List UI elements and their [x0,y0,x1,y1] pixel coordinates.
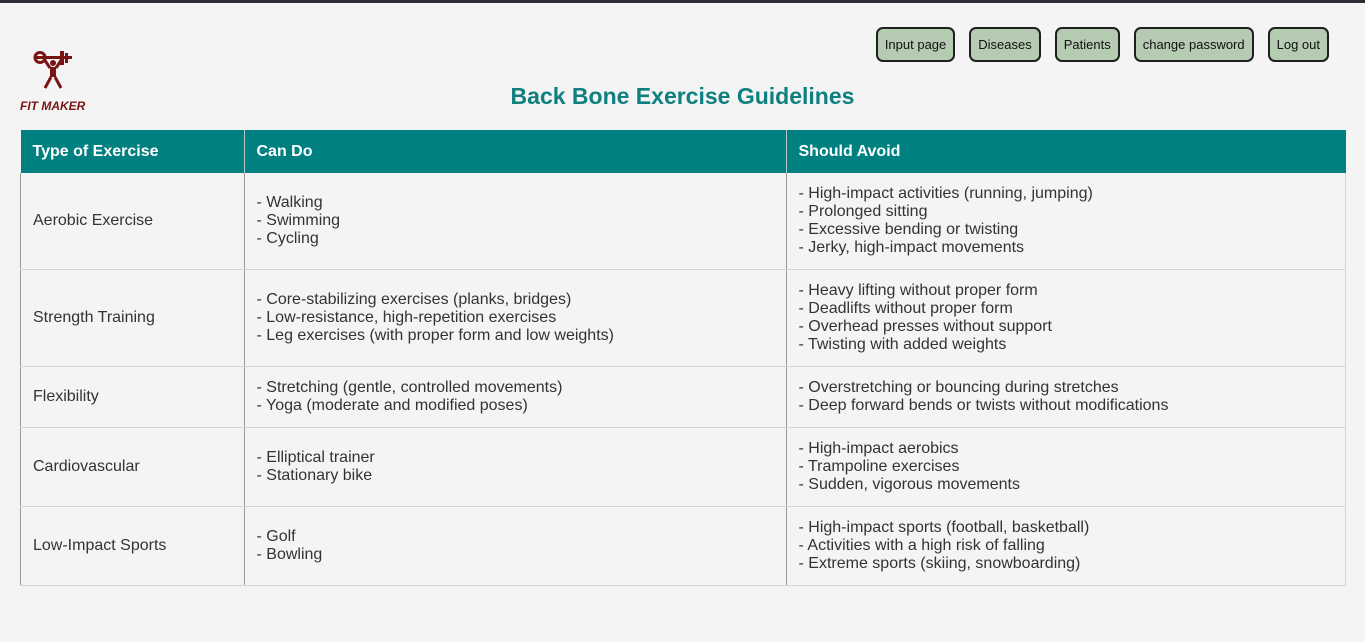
can-do-item: - Core-stabilizing exercises (planks, br… [256,291,572,308]
top-border-strip [0,0,1365,3]
table-row: Cardiovascular - Elliptical trainer - St… [20,427,1346,507]
exercise-guidelines-table: Type of Exercise Can Do Should Avoid Aer… [20,130,1346,586]
top-navigation: Input page Diseases Patients change pass… [875,27,1329,62]
exercise-type-cell: Cardiovascular [20,427,244,507]
avoid-item: - Sudden, vigorous movements [798,476,1020,493]
avoid-item: - Prolonged sitting [798,203,928,220]
can-do-item: - Cycling [256,230,319,247]
avoid-item: - High-impact activities (running, jumpi… [798,185,1093,202]
exercise-type-cell: Flexibility [20,366,244,428]
avoid-item: - Activities with a high risk of falling [798,537,1045,554]
can-do-item: - Stationary bike [256,467,373,484]
avoid-item: - Overstretching or bouncing during stre… [798,379,1119,396]
can-do-cell: - Walking - Swimming - Cycling [243,173,786,270]
avoid-item: - Deadlifts without proper form [798,300,1013,317]
avoid-item: - High-impact aerobics [798,440,959,457]
exercise-type-cell: Low-Impact Sports [20,506,244,586]
can-do-cell: - Elliptical trainer - Stationary bike [243,427,786,507]
avoid-item: - Extreme sports (skiing, snowboarding) [798,555,1081,572]
can-do-item: - Swimming [256,212,341,229]
can-do-item: - Golf [256,528,296,545]
diseases-button[interactable]: Diseases [969,27,1041,62]
can-do-item: - Stretching (gentle, controlled movemen… [256,379,563,396]
can-do-item: - Walking [256,194,323,211]
patients-button[interactable]: Patients [1054,27,1120,62]
can-do-item: - Yoga (moderate and modified poses) [256,397,528,414]
can-do-item: - Bowling [256,546,323,563]
table-row: Flexibility - Stretching (gentle, contro… [20,366,1346,428]
avoid-item: - Excessive bending or twisting [798,221,1019,238]
should-avoid-cell: - Overstretching or bouncing during stre… [785,366,1346,428]
avoid-item: - High-impact sports (football, basketba… [798,519,1090,536]
should-avoid-cell: - High-impact activities (running, jumpi… [785,173,1346,270]
should-avoid-cell: - High-impact aerobics - Trampoline exer… [785,427,1346,507]
table-row: Low-Impact Sports - Golf - Bowling - Hig… [20,506,1346,586]
table-row: Strength Training - Core-stabilizing exe… [20,269,1346,367]
table-header-row: Type of Exercise Can Do Should Avoid [20,130,1346,173]
avoid-item: - Overhead presses without support [798,318,1052,335]
table-row: Aerobic Exercise - Walking - Swimming - … [20,173,1346,270]
can-do-cell: - Golf - Bowling [243,506,786,586]
can-do-cell: - Core-stabilizing exercises (planks, br… [243,269,786,367]
input-page-button[interactable]: Input page [875,27,956,62]
can-do-item: - Leg exercises (with proper form and lo… [256,327,614,344]
avoid-item: - Trampoline exercises [798,458,960,475]
change-password-button[interactable]: change password [1133,27,1254,62]
can-do-item: - Elliptical trainer [256,449,375,466]
exercise-type-cell: Strength Training [20,269,244,367]
avoid-item: - Jerky, high-impact movements [798,239,1025,256]
column-header-should-avoid: Should Avoid [786,130,1346,173]
should-avoid-cell: - Heavy lifting without proper form - De… [785,269,1346,367]
avoid-item: - Twisting with added weights [798,336,1007,353]
should-avoid-cell: - High-impact sports (football, basketba… [785,506,1346,586]
can-do-item: - Low-resistance, high-repetition exerci… [256,309,557,326]
column-header-can-do: Can Do [244,130,787,173]
avoid-item: - Heavy lifting without proper form [798,282,1038,299]
exercise-type-cell: Aerobic Exercise [20,173,244,270]
log-out-button[interactable]: Log out [1267,27,1329,62]
column-header-type: Type of Exercise [20,130,245,173]
avoid-item: - Deep forward bends or twists without m… [798,397,1169,414]
can-do-cell: - Stretching (gentle, controlled movemen… [243,366,786,428]
page-title: Back Bone Exercise Guidelines [510,83,855,109]
